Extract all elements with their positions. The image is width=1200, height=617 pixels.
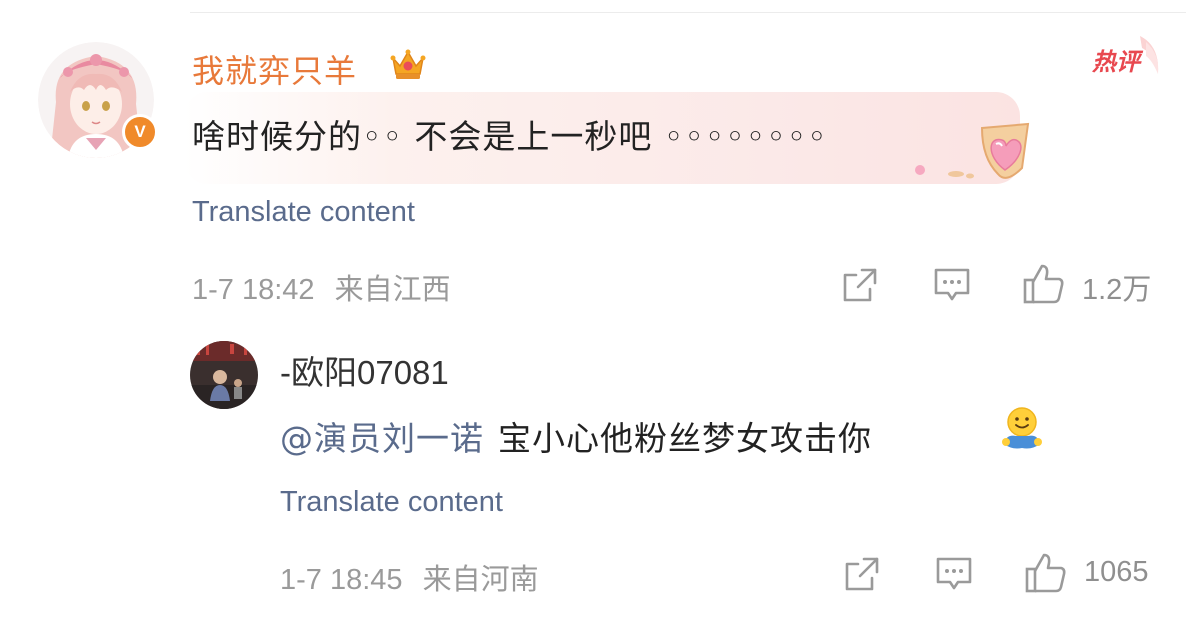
reply-timestamp: 1-7 18:45 [280,564,403,596]
like-count: 1.2万 [1082,274,1152,306]
reply-share-icon[interactable] [842,554,882,594]
reply-text: 宝小心他粉丝梦女攻击你 [498,419,872,458]
comment-icon[interactable] [932,265,972,305]
avatar[interactable]: V [38,42,158,158]
hot-badge-label: 热评 [1091,48,1144,76]
reply-thumbs-up-icon[interactable] [1024,551,1068,595]
verified-badge: V [122,114,158,150]
reply-translate-link[interactable]: Translate content [280,486,503,519]
reply-meta: 1-7 18:45 来自河南 [280,556,539,598]
comment-username[interactable]: 我就弈只羊 [192,46,357,92]
reply-username[interactable]: -欧阳07081 [280,346,449,394]
thumbs-up-icon[interactable] [1022,262,1066,306]
reply-avatar[interactable] [190,341,258,409]
heart-ornament-icon [915,122,1030,179]
translate-link[interactable]: Translate content [192,196,415,229]
share-icon[interactable] [840,265,880,305]
top-divider [190,12,1186,13]
comment-text: 啥时候分的◦◦ 不会是上一秒吧 ◦◦◦◦◦◦◦◦ [192,117,828,156]
reply-body: @演员刘一诺 宝小心他粉丝梦女攻击你 [280,412,872,460]
reply-comment-icon[interactable] [934,554,974,594]
mention-link[interactable]: @演员刘一诺 [280,419,484,458]
comment-timestamp: 1-7 18:42 [192,274,315,306]
hot-comment-badge: 热评 [1091,36,1159,76]
crown-icon [390,49,426,79]
comment-location: 来自江西 [334,274,451,306]
reply-location: 来自河南 [422,564,539,596]
reply-avatar-image [190,341,258,409]
comment-meta: 1-7 18:42 来自江西 [192,266,451,308]
reply-like-count: 1065 [1084,556,1149,588]
hug-emoji-icon [1002,407,1042,449]
